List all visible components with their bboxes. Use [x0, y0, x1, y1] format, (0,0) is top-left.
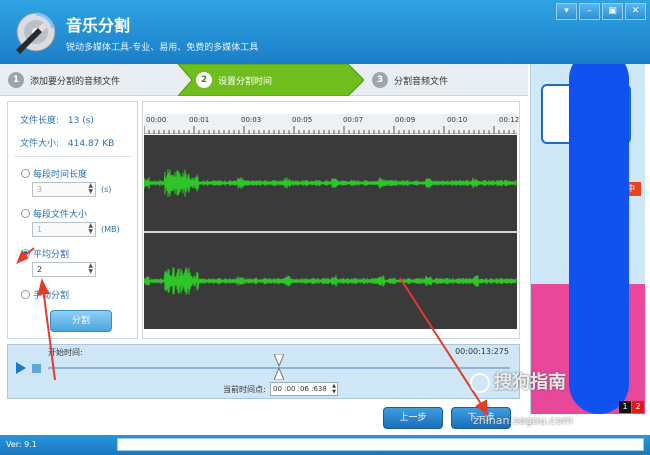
watermark-logo: 搜狗指南: [470, 368, 640, 398]
sogou-icon: [470, 373, 490, 393]
watermark-url: zhinan.sogou.com: [473, 414, 574, 427]
version-label: Ver: 9.1: [6, 440, 37, 449]
watermark-text: 搜狗指南: [494, 372, 566, 393]
status-bar: Ver: 9.1: [0, 435, 650, 455]
progress-bar: [117, 438, 644, 451]
